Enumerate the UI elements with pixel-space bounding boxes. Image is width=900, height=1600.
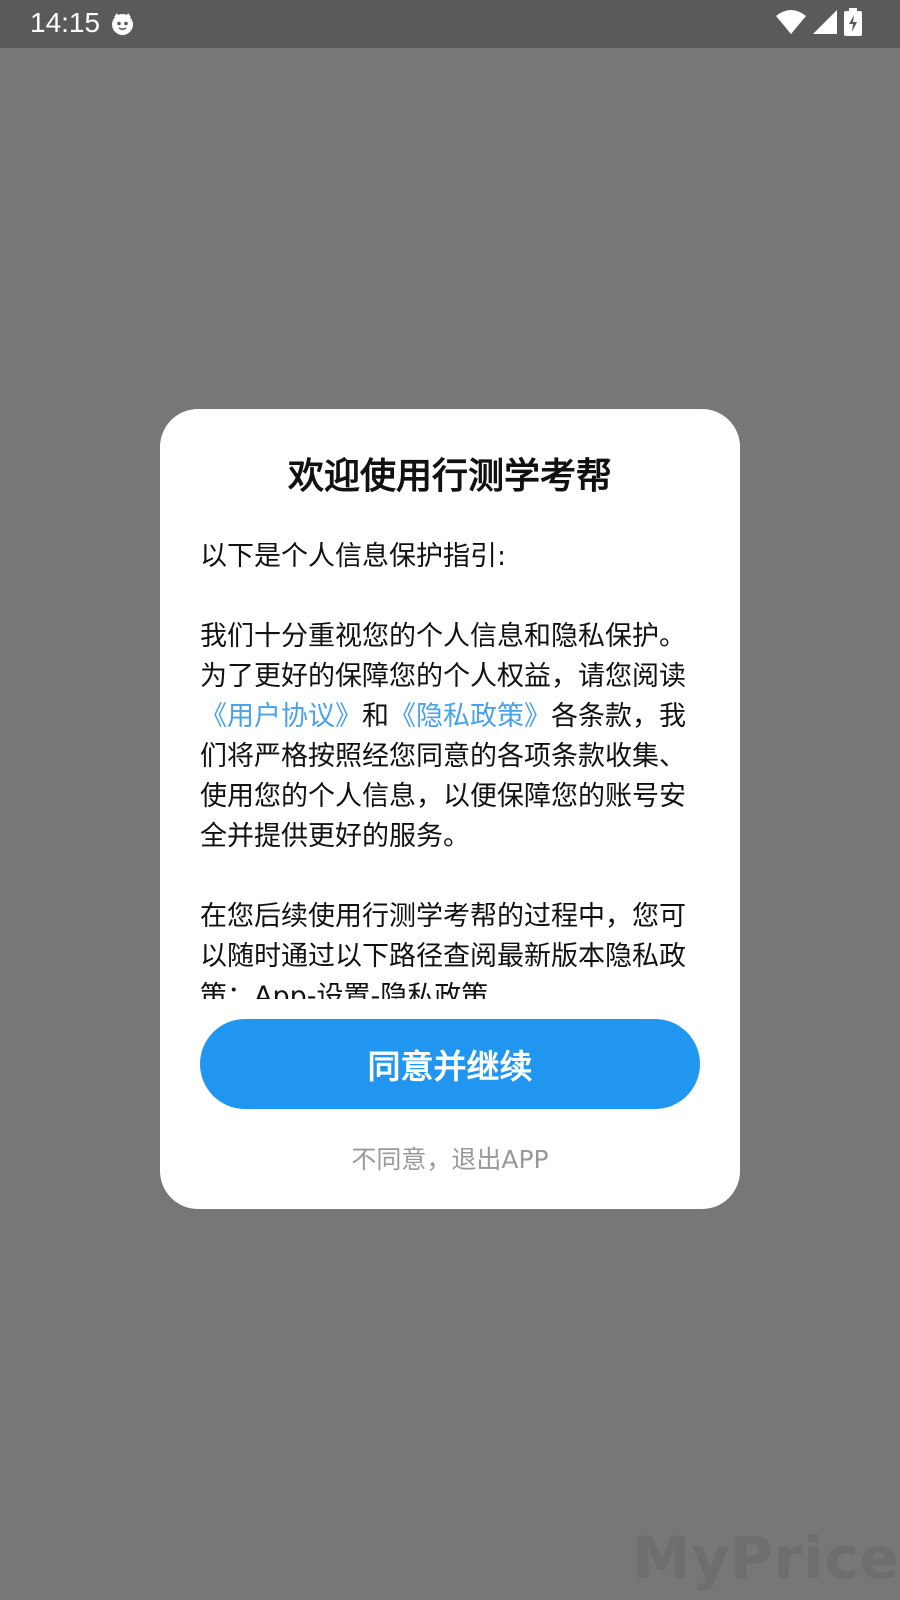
agree-continue-button[interactable]: 同意并继续 [200,1019,700,1109]
cat-face-icon [110,11,135,36]
watermark: MyPrice [632,1524,900,1592]
disagree-exit-link[interactable]: 不同意，退出APP [160,1140,740,1180]
privacy-paragraph-2: 在您后续使用行测学考帮的过程中，您可以随时通过以下路径查阅最新版本隐私政策：Ap… [200,901,686,999]
intro-text: 以下是个人信息保护指引: [200,541,507,572]
privacy-paragraph-1: 我们十分重视您的个人信息和隐私保护。为了更好的保障您的个人权益，请您阅读《用户协… [200,617,690,857]
status-bar: 14:15 [0,0,900,48]
para1-and-text: 和 [362,701,389,732]
status-time: 14:15 [30,7,101,38]
user-agreement-link[interactable]: 《用户协议》 [200,701,362,732]
wifi-icon [776,9,806,39]
dialog-title: 欢迎使用行测学考帮 [287,456,612,497]
signal-icon [812,9,838,39]
dialog-body[interactable]: 以下是个人信息保护指引: 我们十分重视您的个人信息和隐私保护。为了更好的保障您的… [200,537,690,999]
para1-text-a: 我们十分重视您的个人信息和隐私保护。为了更好的保障您的个人权益，请您阅读 [200,621,686,692]
battery-charging-icon [844,8,862,40]
privacy-policy-link[interactable]: 《隐私政策》 [389,701,551,732]
